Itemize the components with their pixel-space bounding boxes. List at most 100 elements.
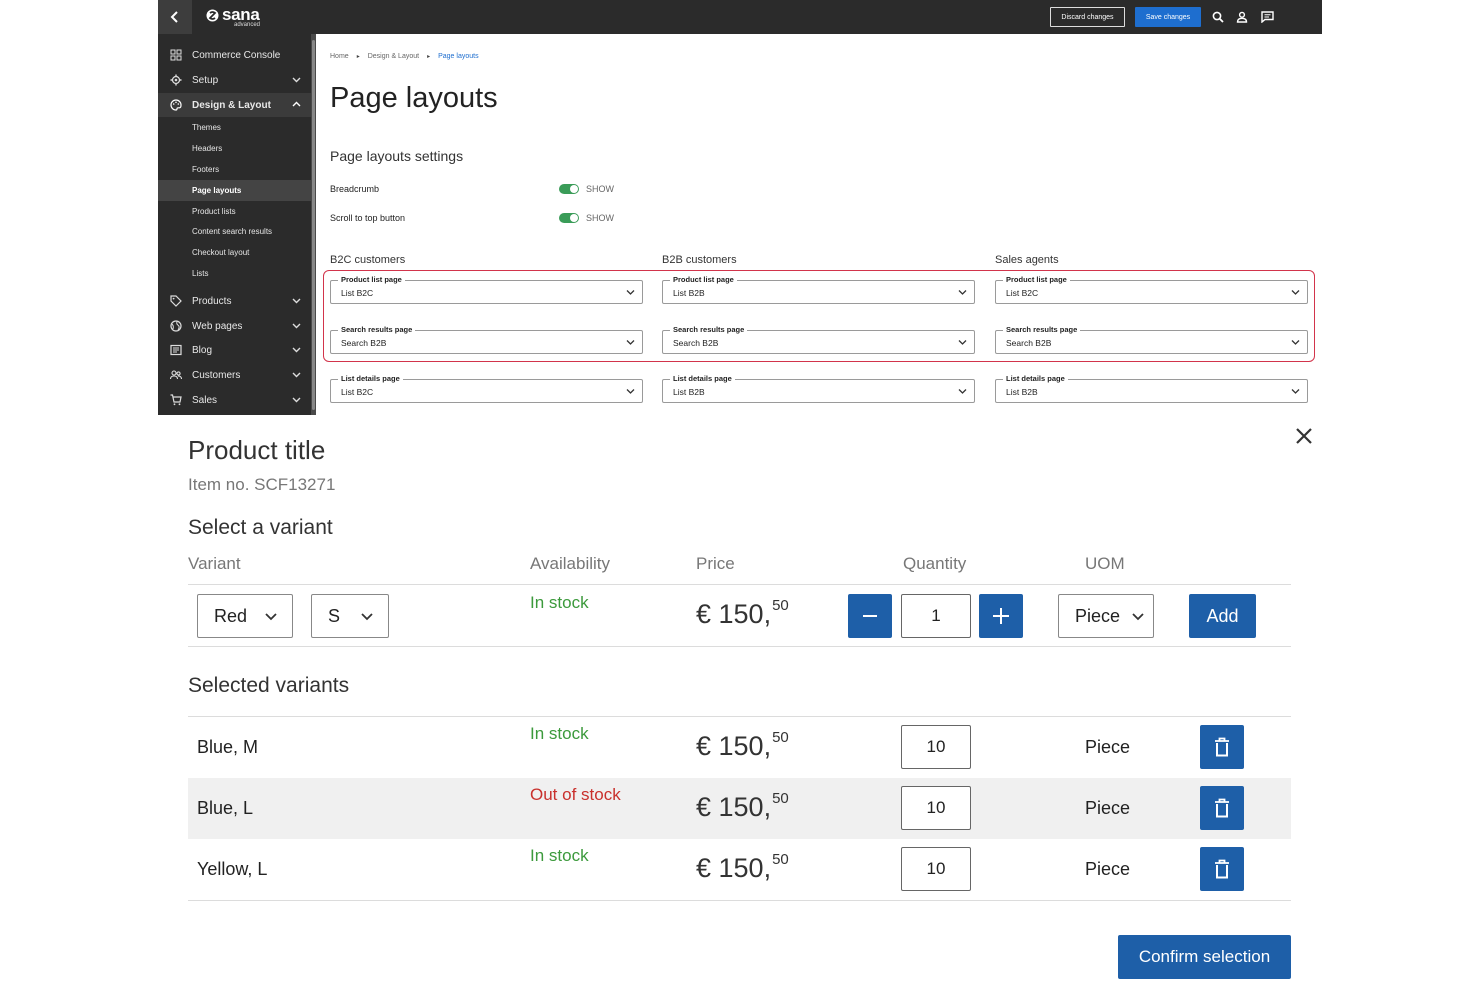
sidebar-subitem-headers[interactable]: Headers xyxy=(158,138,311,159)
sidebar-item-customers[interactable]: Customers xyxy=(158,363,311,387)
b2b-product-list-dropdown[interactable]: Product list page List B2B xyxy=(662,275,975,304)
selected-variant-quantity[interactable]: 10 xyxy=(901,786,971,830)
color-select[interactable]: Red xyxy=(197,594,293,638)
chevron-down-icon xyxy=(292,347,301,353)
selected-variant-availability: In stock xyxy=(530,724,589,743)
sidebar-subitem-page-layouts[interactable]: Page layouts xyxy=(158,180,311,201)
trash-icon xyxy=(1215,737,1229,757)
setting-label: Scroll to top button xyxy=(330,213,406,223)
delete-variant-button[interactable] xyxy=(1200,725,1244,769)
selected-variant-quantity[interactable]: 10 xyxy=(901,847,971,891)
top-bar: sana advanced Discard changes Save chang… xyxy=(158,0,1322,34)
sales-agents-product-list-dropdown[interactable]: Product list page List B2C xyxy=(995,275,1308,304)
dropdown-label: Search results page xyxy=(670,325,748,334)
sidebar-subitem-product-lists[interactable]: Product lists xyxy=(158,201,311,222)
chevron-down-icon xyxy=(265,613,277,621)
quantity-input[interactable]: 1 xyxy=(901,594,971,638)
sidebar-item-sales[interactable]: Sales xyxy=(158,388,311,412)
tag-icon xyxy=(168,295,184,307)
sidebar-scrollbar-thumb[interactable] xyxy=(312,40,315,410)
delete-variant-button[interactable] xyxy=(1200,786,1244,830)
divider xyxy=(188,584,1291,585)
dropdown-value: List B2C xyxy=(341,288,374,298)
chevron-up-icon xyxy=(292,101,301,107)
scroll-to-top-toggle[interactable] xyxy=(559,213,579,223)
sidebar-item-blog[interactable]: Blog xyxy=(158,338,311,362)
b2c-search-results-dropdown[interactable]: Search results page Search B2B xyxy=(330,325,643,354)
delete-variant-button[interactable] xyxy=(1200,847,1244,891)
chevron-left-icon xyxy=(170,11,178,23)
sidebar-item-setup[interactable]: Setup xyxy=(158,68,311,92)
selected-variants-heading: Selected variants xyxy=(188,674,350,697)
breadcrumb-home[interactable]: Home xyxy=(330,53,349,60)
breadcrumb-separator-icon: ▸ xyxy=(356,54,360,60)
back-button[interactable] xyxy=(158,0,192,34)
b2b-list-details-dropdown[interactable]: List details page List B2B xyxy=(662,374,975,403)
trash-icon xyxy=(1215,798,1229,818)
b2c-product-list-dropdown[interactable]: Product list page List B2C xyxy=(330,275,643,304)
breadcrumb-design-layout[interactable]: Design & Layout xyxy=(368,53,419,60)
uom-select[interactable]: Piece xyxy=(1058,594,1154,638)
sidebar-subitem-lists[interactable]: Lists xyxy=(158,263,311,284)
chat-icon[interactable] xyxy=(1259,9,1275,25)
column-heading-b2c: B2C customers xyxy=(330,254,406,266)
sidebar-item-label: Commerce Console xyxy=(192,49,281,61)
selected-variant-quantity[interactable]: 10 xyxy=(901,725,971,769)
variant-dialog: Product title Item no. SCF13271 Select a… xyxy=(0,415,1480,987)
globe-icon xyxy=(168,320,184,332)
sana-logo[interactable]: sana advanced xyxy=(206,5,260,28)
search-icon[interactable] xyxy=(1210,9,1226,25)
sidebar-item-products[interactable]: Products xyxy=(158,289,311,313)
b2b-search-results-dropdown[interactable]: Search results page Search B2B xyxy=(662,325,975,354)
sidebar-item-web-pages[interactable]: Web pages xyxy=(158,314,311,338)
header-price: Price xyxy=(696,554,735,573)
section-title: Page layouts settings xyxy=(330,148,464,164)
sidebar-subitem-footers[interactable]: Footers xyxy=(158,159,311,180)
close-button[interactable] xyxy=(1292,424,1316,448)
chevron-down-icon xyxy=(626,389,635,394)
palette-icon xyxy=(168,99,184,111)
sidebar-item-label: Customers xyxy=(192,369,241,381)
discard-changes-button[interactable]: Discard changes xyxy=(1050,7,1125,27)
select-value: S xyxy=(328,606,341,626)
save-changes-button[interactable]: Save changes xyxy=(1135,7,1201,27)
chevron-down-icon xyxy=(958,290,967,295)
chevron-down-icon xyxy=(626,290,635,295)
dropdown-value: List B2C xyxy=(341,387,374,397)
sidebar-subitem-checkout-layout[interactable]: Checkout layout xyxy=(158,242,311,263)
confirm-selection-button[interactable]: Confirm selection xyxy=(1118,935,1291,979)
b2c-list-details-dropdown[interactable]: List details page List B2C xyxy=(330,374,643,403)
add-button[interactable]: Add xyxy=(1189,594,1256,638)
sales-agents-search-results-dropdown[interactable]: Search results page Search B2B xyxy=(995,325,1308,354)
sidebar: Commerce Console Setup Design & Layout T… xyxy=(158,34,311,415)
chevron-down-icon xyxy=(958,389,967,394)
sidebar-subitem-themes[interactable]: Themes xyxy=(158,117,311,138)
increase-quantity-button[interactable] xyxy=(979,594,1023,638)
dropdown-value: List B2C xyxy=(1006,288,1039,298)
sidebar-subitem-content-search-results[interactable]: Content search results xyxy=(158,221,311,242)
divider xyxy=(188,646,1291,647)
sidebar-item-label: Web pages xyxy=(192,320,243,332)
chevron-down-icon xyxy=(1132,613,1144,621)
sales-agents-list-details-dropdown[interactable]: List details page List B2B xyxy=(995,374,1308,403)
toggle-state-label: SHOW xyxy=(586,213,614,223)
decrease-quantity-button[interactable] xyxy=(848,594,892,638)
breadcrumb-toggle[interactable] xyxy=(559,184,579,194)
user-icon[interactable] xyxy=(1234,9,1250,25)
dropdown-value: List B2B xyxy=(673,288,705,298)
selected-variant-price: € 150,50 xyxy=(696,851,789,884)
header-availability: Availability xyxy=(530,554,611,573)
setting-scroll-to-top: Scroll to top button SHOW xyxy=(330,210,630,226)
size-select[interactable]: S xyxy=(311,594,389,638)
product-title: Product title xyxy=(188,435,326,465)
picker-price: € 150,50 xyxy=(696,597,789,630)
admin-screenshot: sana advanced Discard changes Save chang… xyxy=(158,0,1322,415)
selected-variant-uom: Piece xyxy=(1085,798,1131,818)
page-title: Page layouts xyxy=(330,82,498,114)
selected-variant-name: Blue, L xyxy=(197,798,254,818)
sana-logo-icon xyxy=(206,9,219,21)
sidebar-item-commerce-console[interactable]: Commerce Console xyxy=(158,43,311,67)
sidebar-item-design-layout[interactable]: Design & Layout xyxy=(158,93,311,117)
selected-variant-name: Blue, M xyxy=(197,737,259,757)
selected-variant-price: € 150,50 xyxy=(696,729,789,762)
